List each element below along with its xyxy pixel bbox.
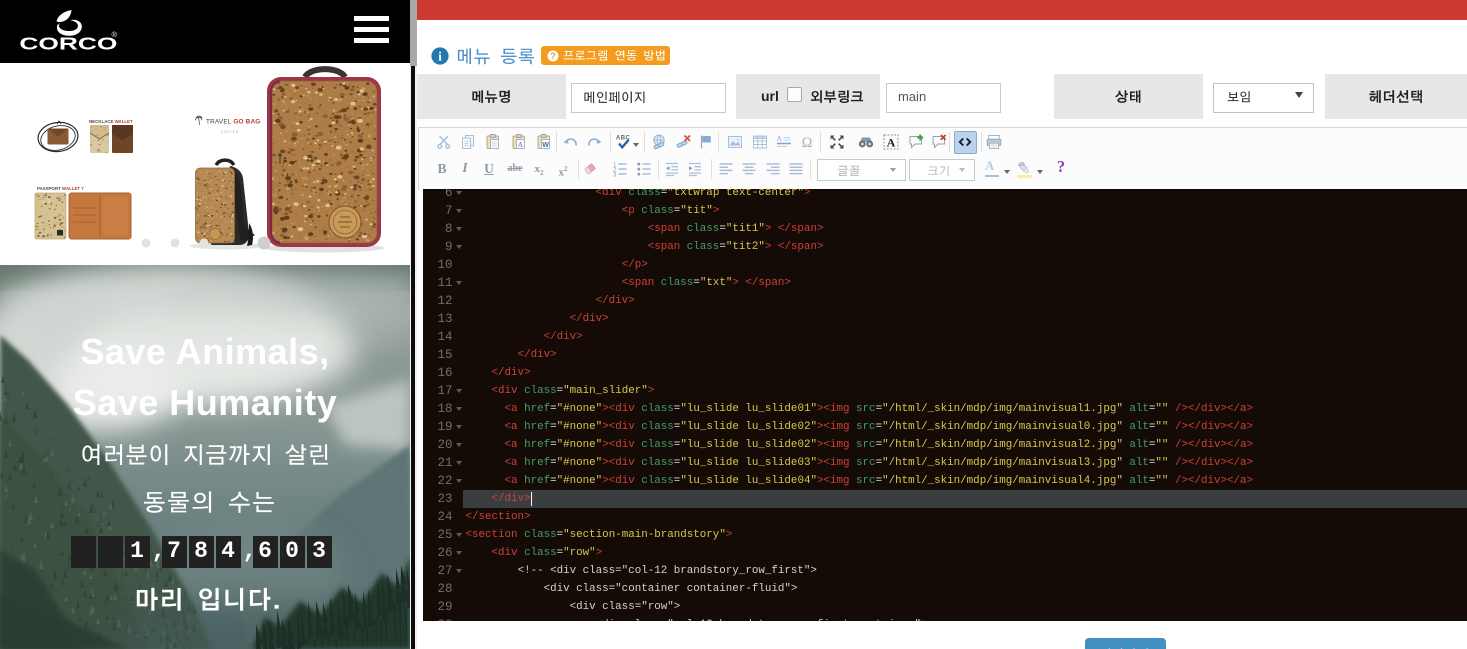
svg-text:TRAVEL GO BAG: TRAVEL GO BAG [206, 119, 260, 126]
svg-text:®: ® [112, 30, 118, 39]
svg-text:NECKLACE WALLET: NECKLACE WALLET [89, 119, 133, 124]
svg-text:3: 3 [613, 172, 617, 178]
svg-text:i: i [438, 49, 442, 64]
svg-text:?: ? [550, 51, 556, 61]
svg-text:Ω: Ω [801, 135, 812, 151]
svg-text:CORCO: CORCO [19, 34, 117, 54]
svg-text:ab: ab [1018, 162, 1025, 168]
svg-text:SERIES: SERIES [221, 130, 239, 134]
svg-text:A: A [887, 136, 896, 150]
svg-text:A: A [777, 134, 783, 143]
svg-text:A: A [517, 140, 523, 149]
svg-text:PASSPORT WALLET 7: PASSPORT WALLET 7 [37, 186, 84, 191]
svg-text:W: W [542, 142, 549, 149]
